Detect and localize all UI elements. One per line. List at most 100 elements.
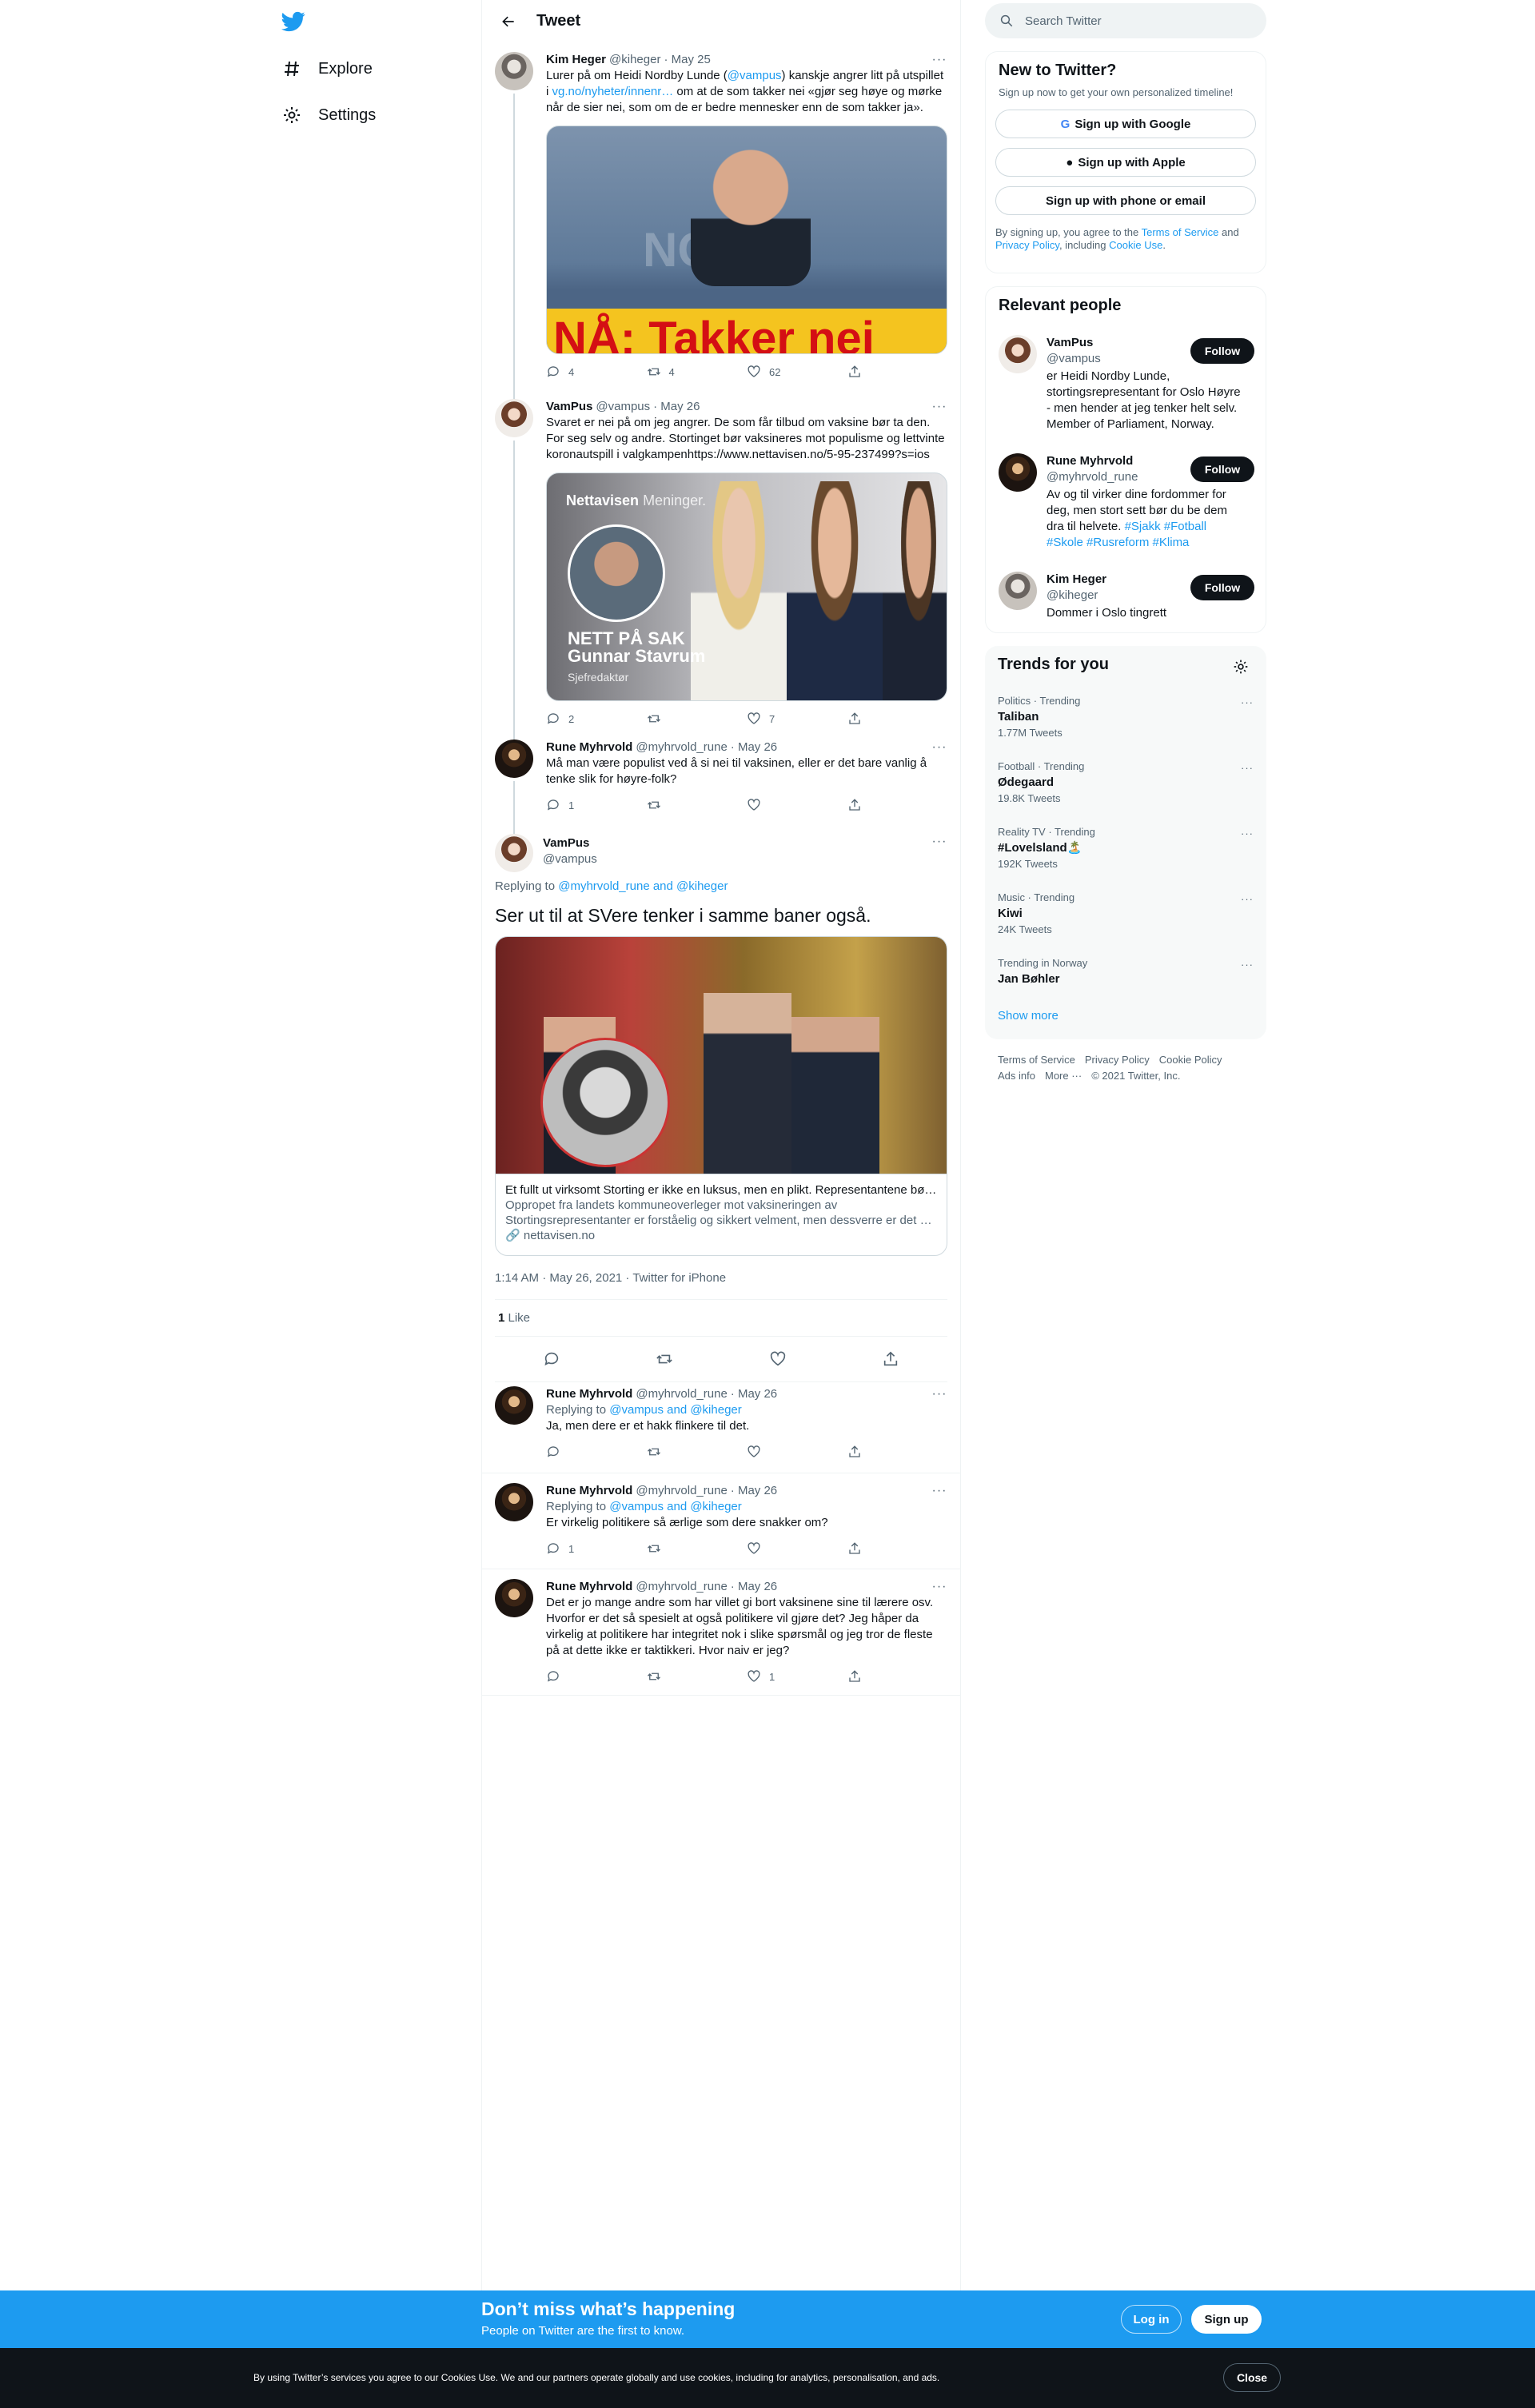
link-card[interactable]: Et fullt ut virksomt Storting er ikke en… <box>495 936 947 1256</box>
signup-button[interactable]: Sign up <box>1191 2305 1262 2334</box>
tweet-date[interactable]: · May 26 <box>731 740 777 755</box>
tweet-image[interactable]: NO NÅ: Takker nei <box>546 126 947 354</box>
more-options-icon[interactable]: ··· <box>1241 892 1254 907</box>
replying-to-link[interactable]: @vampus and @kiheger <box>609 1500 742 1513</box>
tweet-kiheger[interactable]: ··· Kim Heger @kiheger · May 25 Lurer på… <box>482 42 960 389</box>
reply-button[interactable]: 1 <box>546 798 647 812</box>
retweet-button[interactable] <box>647 1445 748 1459</box>
back-arrow-icon[interactable] <box>495 8 522 35</box>
retweet-button[interactable]: 4 <box>647 365 748 379</box>
avatar[interactable] <box>495 834 533 872</box>
avatar[interactable] <box>495 1483 533 1521</box>
share-button[interactable] <box>847 798 948 812</box>
follow-button[interactable]: Follow <box>1190 456 1254 482</box>
trend-item[interactable]: Music · Trending Kiwi 24K Tweets ··· <box>998 891 1254 937</box>
author-name[interactable]: Rune Myhrvold <box>546 1579 632 1595</box>
replying-to-link[interactable]: @vampus and @kiheger <box>609 1403 742 1417</box>
author-handle[interactable]: @kiheger <box>609 52 660 68</box>
more-options-icon[interactable]: ··· <box>931 1579 947 1595</box>
author-handle[interactable]: @vampus <box>543 851 947 867</box>
share-icon[interactable] <box>882 1350 899 1368</box>
retweet-button[interactable] <box>647 1541 748 1556</box>
privacy-link[interactable]: Privacy Policy <box>995 239 1059 251</box>
more-options-icon[interactable]: ··· <box>1241 761 1254 775</box>
retweet-icon[interactable] <box>656 1350 673 1368</box>
tweet-date[interactable]: · May 26 <box>731 1386 777 1402</box>
avatar[interactable] <box>495 1579 533 1617</box>
footer-privacy-link[interactable]: Privacy Policy <box>1085 1052 1150 1068</box>
tos-link[interactable]: Terms of Service <box>1142 226 1219 238</box>
avatar[interactable] <box>495 1386 533 1425</box>
footer-cookie-link[interactable]: Cookie Policy <box>1159 1052 1222 1068</box>
mention-link[interactable]: @vampus <box>728 69 782 82</box>
more-options-icon[interactable]: ··· <box>931 740 947 755</box>
trend-item[interactable]: Football · Trending Ødegaard 19.8K Tweets ·… <box>998 759 1254 806</box>
more-options-icon[interactable]: ··· <box>931 1386 947 1402</box>
author-handle[interactable]: @myhrvold_rune <box>636 1579 727 1595</box>
share-button[interactable] <box>847 712 948 726</box>
tweet-date[interactable]: · May 26 <box>731 1579 777 1595</box>
url-link[interactable]: vg.no/nyheter/innenr… <box>552 85 674 98</box>
tweet-date[interactable]: · May 26 <box>653 399 700 415</box>
reply-button[interactable] <box>546 1669 647 1684</box>
tweet-myhrvold-rune[interactable]: ··· Rune Myhrvold @myhrvold_rune · May 2… <box>482 730 960 824</box>
avatar[interactable] <box>495 52 533 90</box>
tweet-date[interactable]: · May 26 <box>731 1483 777 1499</box>
trend-item[interactable]: Reality TV · Trending #Lovelsland🏝️ 192K T… <box>998 825 1254 871</box>
author-name[interactable]: Rune Myhrvold <box>546 740 632 755</box>
search-input[interactable]: Search Twitter <box>985 3 1266 38</box>
reply-icon[interactable] <box>543 1350 560 1368</box>
author-name[interactable]: VamPus <box>546 399 592 415</box>
nav-explore[interactable]: Explore <box>281 50 373 88</box>
heart-icon[interactable] <box>769 1350 787 1368</box>
like-button[interactable]: 1 <box>747 1669 847 1684</box>
more-options-icon[interactable]: ··· <box>1241 827 1254 841</box>
share-button[interactable] <box>847 365 948 379</box>
author-name[interactable]: VamPus <box>543 835 947 851</box>
like-button[interactable]: 7 <box>747 712 847 726</box>
tweet-date[interactable]: · May 25 <box>664 52 710 68</box>
person-item[interactable]: Kim Heger @kiheger Dommer i Oslo tingret… <box>999 572 1254 621</box>
share-button[interactable] <box>847 1669 948 1684</box>
more-options-icon[interactable]: ··· <box>931 1483 947 1499</box>
avatar[interactable] <box>999 572 1037 610</box>
avatar[interactable] <box>495 399 533 437</box>
reply-button[interactable]: 2 <box>546 712 647 726</box>
trend-item[interactable]: Politics · Trending Taliban 1.77M Tweets ··… <box>998 694 1254 740</box>
signup-phone-button[interactable]: Sign up with phone or email <box>995 186 1256 215</box>
author-name[interactable]: Rune Myhrvold <box>546 1386 632 1402</box>
author-handle[interactable]: @vampus <box>596 399 650 415</box>
author-handle[interactable]: @myhrvold_rune <box>636 740 727 755</box>
footer-more-link[interactable]: More ··· <box>1045 1068 1082 1084</box>
like-button[interactable] <box>747 1445 847 1459</box>
like-button[interactable]: 62 <box>747 365 847 379</box>
like-summary[interactable]: 1 Like <box>495 1300 947 1336</box>
retweet-button[interactable] <box>647 1669 748 1684</box>
nav-settings[interactable]: Settings <box>281 96 376 134</box>
more-options-icon[interactable]: ··· <box>931 52 947 68</box>
reply-button[interactable] <box>546 1445 647 1459</box>
author-name[interactable]: Rune Myhrvold <box>546 1483 632 1499</box>
login-button[interactable]: Log in <box>1121 2305 1182 2334</box>
close-button[interactable]: Close <box>1223 2363 1281 2392</box>
like-button[interactable] <box>747 1541 847 1556</box>
reply-tweet[interactable]: ··· Rune Myhrvold @myhrvold_rune · May 2… <box>482 1377 960 1473</box>
avatar[interactable] <box>999 453 1037 492</box>
share-button[interactable] <box>847 1445 948 1459</box>
reply-button[interactable]: 4 <box>546 365 647 379</box>
more-options-icon[interactable]: ··· <box>931 399 947 415</box>
avatar[interactable] <box>999 335 1037 373</box>
tweet-vampus[interactable]: ··· VamPus @vampus · May 26 Svaret er ne… <box>482 389 960 730</box>
more-options-icon[interactable]: ··· <box>1241 696 1254 710</box>
trend-item[interactable]: Trending in Norway Jan Bøhler ··· <box>998 956 1254 988</box>
retweet-button[interactable] <box>647 798 748 812</box>
author-handle[interactable]: @myhrvold_rune <box>636 1386 727 1402</box>
link-card-image[interactable]: Nettavisen Meninger. NETT PÅ SAK Gunnar … <box>546 472 947 701</box>
gear-icon[interactable] <box>1233 659 1249 679</box>
reply-tweet[interactable]: ··· Rune Myhrvold @myhrvold_rune · May 2… <box>482 1473 960 1569</box>
reply-button[interactable]: 1 <box>546 1541 647 1556</box>
follow-button[interactable]: Follow <box>1190 338 1254 364</box>
share-button[interactable] <box>847 1541 948 1556</box>
reply-tweet[interactable]: ··· Rune Myhrvold @myhrvold_rune · May 2… <box>482 1569 960 1696</box>
more-options-icon[interactable]: ··· <box>1241 958 1254 972</box>
